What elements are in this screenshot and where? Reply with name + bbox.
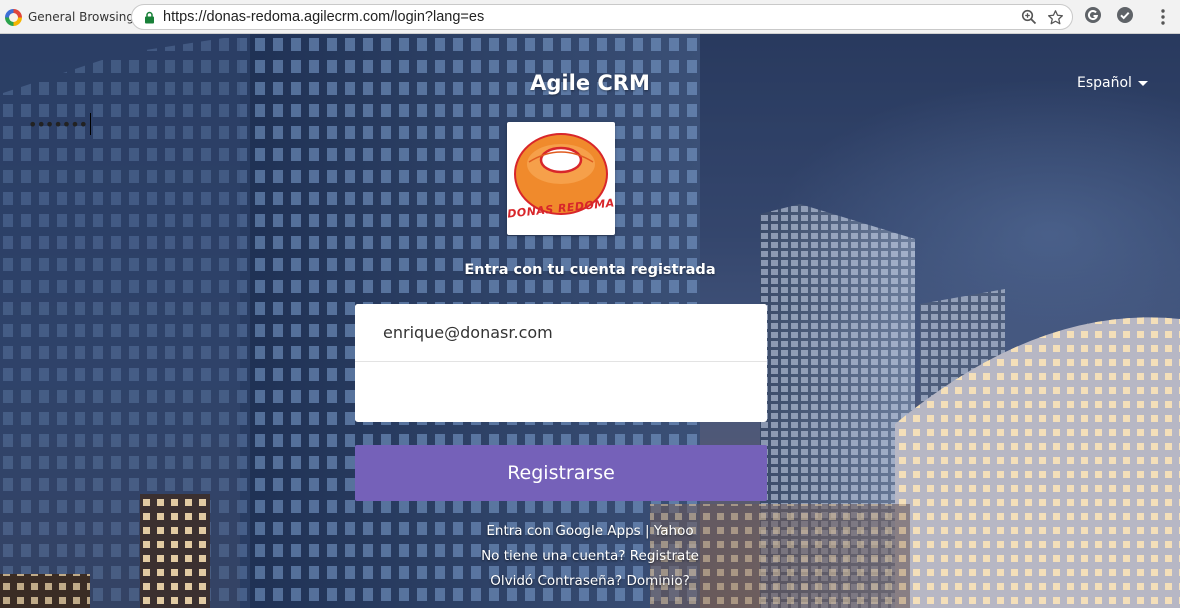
social-login-links: Entra con Google Apps | Yahoo [0,523,1180,539]
brand-title: Agile CRM [530,71,650,95]
browser-toolbar: General Browsing https://donas-redoma.ag… [0,0,1180,34]
yahoo-link[interactable]: Yahoo [654,523,694,539]
extension-check-icon[interactable] [1116,6,1134,24]
lock-icon[interactable] [142,9,156,25]
link-separator: | [645,523,650,539]
zoom-icon[interactable] [1020,8,1038,26]
login-page: Agile CRM Español DONAS REDOMA Entra con… [0,34,1180,608]
forgot-password-link[interactable]: Olvidó Contraseña? [490,573,622,589]
profile-name: General Browsing [28,10,134,24]
email-field[interactable] [355,304,767,362]
signup-link[interactable]: Registrate [630,548,699,564]
register-button[interactable]: Registrarse [355,445,767,501]
chevron-down-icon [1137,80,1148,86]
google-apps-link[interactable]: Entra con Google Apps [486,523,640,539]
profile-button[interactable]: General Browsing [5,7,134,27]
recovery-line: Olvidó Contraseña? Dominio? [0,573,1180,589]
language-dropdown[interactable]: Español [1077,75,1148,91]
profile-icon [5,8,22,26]
login-form [355,304,767,422]
language-label: Español [1077,75,1132,91]
menu-dots-icon[interactable] [1155,6,1171,28]
domain-link[interactable]: Dominio? [626,573,689,589]
extension-grammarly-icon[interactable] [1084,6,1102,24]
password-field[interactable] [355,363,767,421]
company-logo: DONAS REDOMA [507,122,615,235]
address-bar[interactable]: https://donas-redoma.agilecrm.com/login?… [131,4,1073,30]
url-text[interactable]: https://donas-redoma.agilecrm.com/login?… [163,9,484,25]
login-subtitle: Entra con tu cuenta registrada [464,262,716,278]
bookmark-star-icon[interactable] [1046,8,1064,26]
no-account-text: No tiene una cuenta? [481,548,626,564]
signup-line: No tiene una cuenta? Registrate [0,548,1180,564]
